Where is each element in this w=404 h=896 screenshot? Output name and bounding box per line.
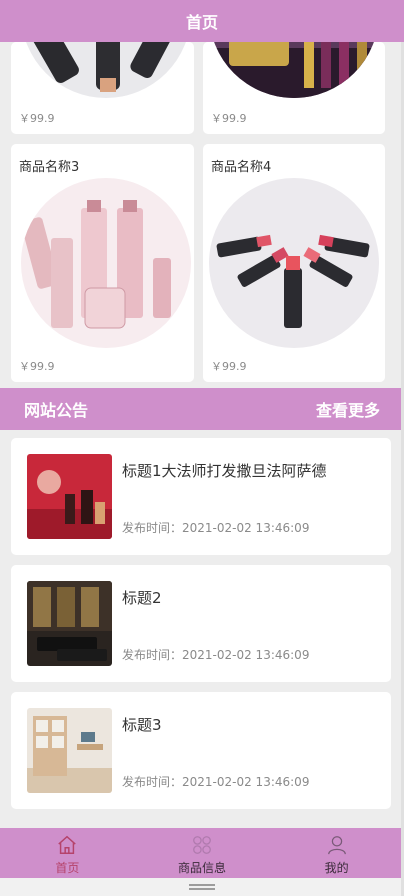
tab-mine-label: 我的 [324,861,349,875]
dark-interior-photo-icon [27,581,112,666]
product-price-3: ￥99.9 [19,360,55,373]
product-card-2[interactable]: ￥99.9 [203,42,385,134]
product-image-4 [209,178,379,348]
product-image-1 [21,42,191,98]
product-name-3: 商品名称3 [19,160,80,175]
product-card-1[interactable]: ￥99.9 [11,42,194,134]
tab-home-label: 首页 [55,861,80,875]
news-item-2[interactable]: 标题2 发布时间：2021-02-02 13:46:09 [11,565,391,682]
room-shelves-photo-icon [27,708,112,793]
grid-icon [193,836,211,854]
red-cosmetics-photo-icon [27,454,112,539]
product-card-4[interactable]: 商品名称4 ￥99.9 [203,144,385,382]
product-price-4: ￥99.9 [211,360,247,373]
news-title-2: 标题2 [122,589,162,607]
news-item-3[interactable]: 标题3 发布时间：2021-02-02 13:46:09 [11,692,391,809]
product-price-2: ￥99.9 [211,112,247,125]
home-icon [58,835,77,854]
product-image-2 [209,42,379,98]
notice-header: 网站公告 查看更多 [0,388,404,430]
page-title: 首页 [0,0,404,42]
product-card-3[interactable]: 商品名称3 ￥99.9 [11,144,194,382]
home-indicator-lines [189,884,215,886]
bottom-tabbar: 首页 商品信息 我的 [0,828,404,878]
news-item-1[interactable]: 标题1大法师打发撒旦法阿萨德 发布时间：2021-02-02 13:46:09 [11,438,391,555]
header-title: 首页 [185,13,218,32]
scroll-content[interactable]: ￥99.9 ￥99.9 商品名称3 ￥99.9 商品名称4 ￥99.9 网站公告… [0,42,404,828]
news-time-3: 发布时间：2021-02-02 13:46:09 [122,775,310,789]
home-indicator [0,878,404,896]
tab-home[interactable]: 首页 [12,830,122,876]
notice-title: 网站公告 [24,401,89,420]
user-icon [327,836,346,855]
product-price-1: ￥99.9 [19,112,55,125]
tab-products[interactable]: 商品信息 [147,830,257,876]
product-image-3 [21,178,191,348]
view-more-link[interactable]: 查看更多 [316,397,380,421]
news-time-1: 发布时间：2021-02-02 13:46:09 [122,521,310,535]
news-title-3: 标题3 [122,716,162,734]
news-time-2: 发布时间：2021-02-02 13:46:09 [122,648,310,662]
tab-mine[interactable]: 我的 [282,830,392,876]
product-name-4: 商品名称4 [211,160,272,175]
tab-products-label: 商品信息 [177,861,226,875]
news-title-1: 标题1大法师打发撒旦法阿萨德 [122,462,327,480]
